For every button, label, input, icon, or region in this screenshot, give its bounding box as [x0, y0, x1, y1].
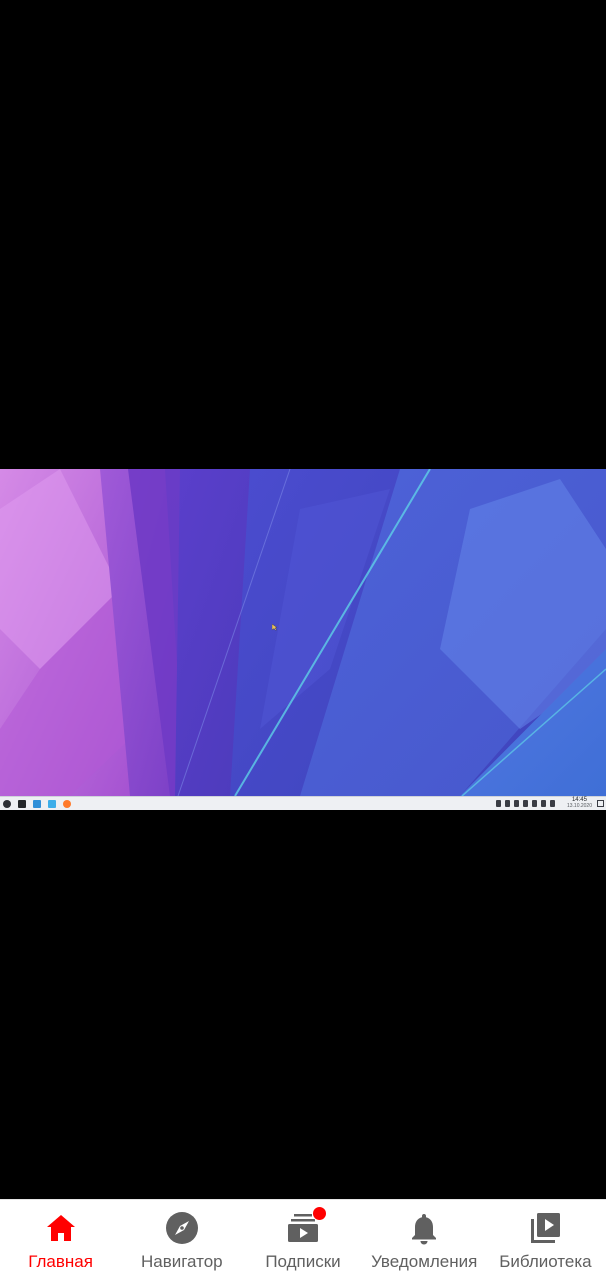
app-launcher-icon	[3, 800, 11, 808]
tray-icon	[523, 800, 528, 807]
clock-date: 13.10.2020	[566, 803, 592, 809]
tray-volume-icon	[514, 800, 519, 807]
tray-icon	[496, 800, 501, 807]
nav-item-library[interactable]: Библиотека	[485, 1200, 606, 1280]
app-screen: 14:45 13.10.2020 Главная Навигатор Подпи…	[0, 0, 606, 1280]
folder-icon	[48, 800, 56, 808]
show-desktop-icon	[597, 800, 604, 807]
taskbar-clock: 14:45 13.10.2020	[567, 797, 592, 809]
nav-label-home: Главная	[28, 1252, 93, 1271]
home-icon	[43, 1210, 79, 1246]
nav-label-subscriptions: Подписки	[265, 1252, 341, 1271]
subscriptions-badge	[312, 1206, 327, 1221]
video-player[interactable]: 14:45 13.10.2020	[0, 0, 606, 1199]
compass-icon	[164, 1210, 200, 1246]
bottom-navigation: Главная Навигатор Подписки Уведомления Б…	[0, 1199, 606, 1280]
nav-item-notifications[interactable]: Уведомления	[364, 1200, 485, 1280]
video-frame[interactable]: 14:45 13.10.2020	[0, 469, 606, 810]
bell-icon	[406, 1210, 442, 1246]
desktop-taskbar: 14:45 13.10.2020	[0, 796, 606, 810]
nav-label-library: Библиотека	[499, 1252, 592, 1271]
desktop-wallpaper	[0, 469, 606, 796]
mouse-cursor-icon	[272, 624, 277, 631]
tray-icon	[532, 800, 537, 807]
tray-icon	[550, 800, 555, 807]
nav-label-notifications: Уведомления	[371, 1252, 478, 1271]
nav-label-explore: Навигатор	[140, 1252, 223, 1271]
nav-item-home[interactable]: Главная	[0, 1200, 121, 1280]
nav-item-subscriptions[interactable]: Подписки	[242, 1200, 363, 1280]
tray-icon	[505, 800, 510, 807]
tray-icon	[541, 800, 546, 807]
subscriptions-icon	[285, 1206, 327, 1246]
library-icon	[527, 1210, 563, 1246]
firefox-icon	[63, 800, 71, 808]
terminal-icon	[18, 800, 26, 808]
app-icon	[33, 800, 41, 808]
nav-item-explore[interactable]: Навигатор	[121, 1200, 242, 1280]
